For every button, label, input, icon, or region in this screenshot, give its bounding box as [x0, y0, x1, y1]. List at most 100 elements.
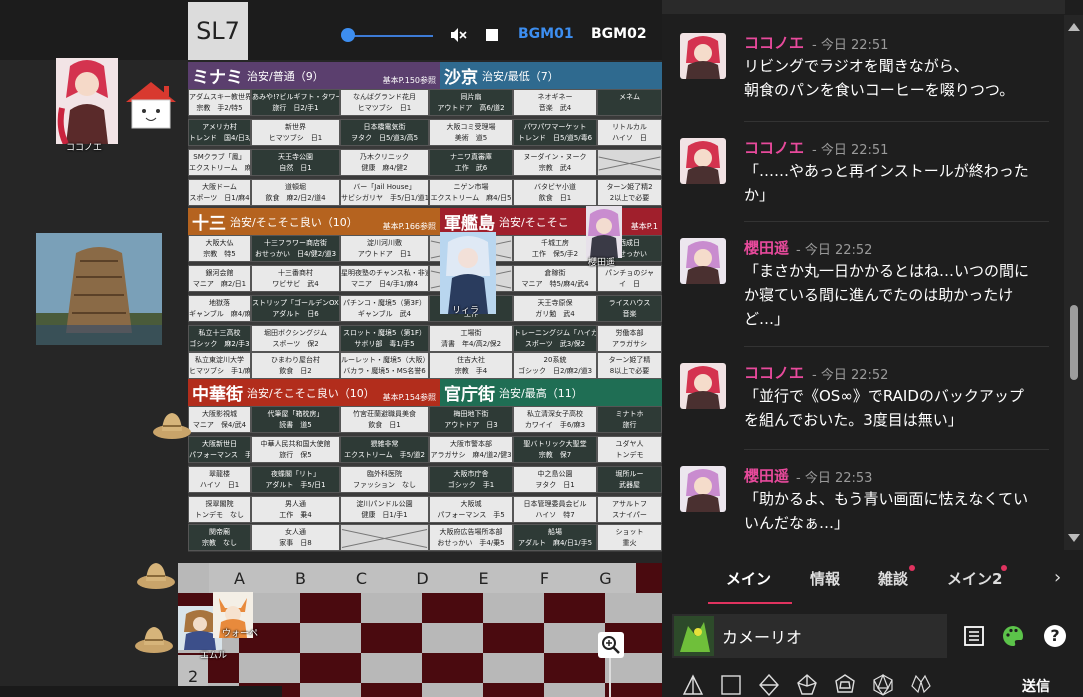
d4-icon[interactable]	[682, 674, 704, 696]
volume-slider-knob[interactable]	[341, 28, 355, 42]
map-cell: 天王寺公園 自然 日1	[251, 149, 340, 176]
tab-main[interactable]: メイン	[726, 568, 771, 589]
district-header: 中華街 治安/そこそこ良い（10） 基本P.154参照	[188, 379, 440, 406]
tab-info[interactable]: 情報	[810, 568, 840, 589]
map-cell: 探翠閣院 トンデモ なし	[188, 496, 251, 523]
tab-chat[interactable]: 雑談	[878, 568, 908, 589]
mute-icon[interactable]	[449, 26, 467, 44]
board-square[interactable]	[483, 653, 544, 683]
board-square[interactable]	[422, 623, 483, 653]
map-cell: 中之島公園 ヲタク 日1	[513, 466, 597, 493]
tower-of-babel-image[interactable]	[36, 233, 162, 345]
board-column-label: A	[209, 563, 270, 593]
board-column-label: B	[270, 563, 331, 593]
cowboy-hat-icon[interactable]	[152, 404, 192, 444]
house-icon[interactable]	[120, 78, 182, 132]
board-square[interactable]	[483, 593, 544, 623]
d6-icon[interactable]	[720, 674, 742, 696]
palette-icon[interactable]	[1002, 625, 1024, 647]
message-divider	[744, 121, 1049, 122]
cowboy-hat-icon[interactable]	[132, 618, 176, 658]
board-square[interactable]	[544, 593, 605, 623]
board-square[interactable]	[605, 683, 662, 697]
district-security: 治安/そこそこ良い（10）	[247, 386, 375, 400]
map-cell: 銀河会館 マニア 麻2/日1	[188, 265, 251, 292]
map-cell: 淀川河川敷 アウトドア 日1	[340, 235, 429, 262]
stop-icon[interactable]	[486, 29, 498, 41]
board-square[interactable]	[422, 683, 483, 697]
avatar[interactable]	[680, 466, 726, 512]
board-square[interactable]	[422, 593, 483, 623]
board-square[interactable]	[483, 683, 544, 697]
tab-main2[interactable]: メイン2	[947, 568, 1002, 589]
d20-icon[interactable]	[872, 674, 894, 696]
district-header: 官庁街 治安/最高（11）	[440, 379, 662, 406]
chat-scrollbar[interactable]	[1064, 15, 1083, 550]
board-square[interactable]	[361, 653, 422, 683]
d8-icon[interactable]	[758, 674, 780, 696]
map-cell: ひまわり屋台村 飲食 日2	[251, 352, 340, 379]
map-cell: 新世界 ヒマツブシ 日1	[251, 119, 340, 146]
board-square[interactable]	[422, 653, 483, 683]
map-cell: 十三番商村 ワビサビ 武4	[251, 265, 340, 292]
board-square[interactable]	[300, 593, 361, 623]
unread-dot	[1001, 565, 1007, 571]
character-selector[interactable]: カメーリオ	[672, 614, 947, 658]
token-sakurada-portrait[interactable]	[586, 206, 622, 258]
board-square[interactable]	[544, 653, 605, 683]
avatar[interactable]	[680, 138, 726, 184]
token-lyra-portrait[interactable]	[440, 232, 496, 314]
scroll-up-icon[interactable]	[1068, 23, 1080, 31]
map-cell: 日本管理委員会ビル ハイソ 特7	[513, 496, 597, 523]
board-square[interactable]	[361, 593, 422, 623]
avatar[interactable]	[680, 33, 726, 79]
cowboy-hat-icon[interactable]	[136, 554, 176, 594]
map-cell: 船場 アダルト 麻4/日1/手5	[513, 524, 597, 551]
board-column-label: C	[331, 563, 392, 593]
district-name: 軍艦島	[444, 214, 495, 234]
avatar[interactable]	[680, 363, 726, 409]
board-square[interactable]	[300, 683, 361, 697]
map-cell: 堀田ボクシングジム スポーツ 保2	[251, 325, 340, 352]
bgm-tab-1[interactable]: BGM01	[518, 26, 574, 42]
message-time: - 今日 22:52	[796, 243, 873, 258]
d100-icon[interactable]	[910, 674, 932, 696]
scrollbar-thumb[interactable]	[1070, 305, 1078, 380]
game-table: SL7 BGM01 BGM02 ミナミ 治安/普通（9） 基本P.150参照 沙京 治安…	[0, 0, 662, 697]
board-square[interactable]	[605, 593, 662, 623]
avatar[interactable]	[680, 238, 726, 284]
map-cell: スロット・魔境5（第1F） サボリ部 毒1/手5	[340, 325, 429, 352]
board-square[interactable]	[300, 653, 361, 683]
bgm-tab-2[interactable]: BGM02	[591, 26, 647, 42]
message-time: - 今日 22:52	[812, 368, 889, 383]
map-cell: アメリカ村 トレンド 国4/日3/道2	[188, 119, 251, 146]
message-text: 「並行で《OS∞》でRAIDのバックアップ を組んでおいた。3度目は無い」	[744, 387, 1024, 429]
chevron-right-icon[interactable]: ›	[1054, 567, 1061, 588]
volume-slider-track[interactable]	[348, 35, 433, 37]
send-button[interactable]: 送信	[1022, 676, 1050, 696]
d10-icon[interactable]	[796, 674, 818, 696]
board-square[interactable]	[544, 623, 605, 653]
map-cell: 大阪市庁舎 ゴシック 手1	[429, 466, 513, 493]
map-cell: 住吉大社 宗教 手4	[429, 352, 513, 379]
zoom-slider[interactable]	[609, 658, 611, 697]
help-icon[interactable]: ?	[1044, 625, 1066, 647]
scroll-down-icon[interactable]	[1068, 534, 1080, 542]
board-square[interactable]	[239, 653, 300, 683]
bottom-shelf	[0, 686, 282, 697]
list-icon[interactable]	[964, 626, 984, 646]
d12-icon[interactable]	[834, 674, 856, 696]
token-kokonoe-portrait[interactable]	[56, 58, 118, 144]
board-square[interactable]	[544, 683, 605, 697]
board-square[interactable]	[483, 623, 544, 653]
board-square[interactable]	[300, 623, 361, 653]
message-divider	[744, 449, 1049, 450]
zoom-icon[interactable]	[598, 632, 624, 658]
character-name: カメーリオ	[722, 628, 803, 647]
map-cell: 大阪城 パフォーマンス 手5	[429, 496, 513, 523]
board-square[interactable]	[361, 683, 422, 697]
map-cell: ユダヤ人 トンデモ	[597, 436, 662, 463]
map-cell	[597, 149, 662, 176]
message-author: ココノエ	[744, 34, 805, 52]
board-square[interactable]	[361, 623, 422, 653]
